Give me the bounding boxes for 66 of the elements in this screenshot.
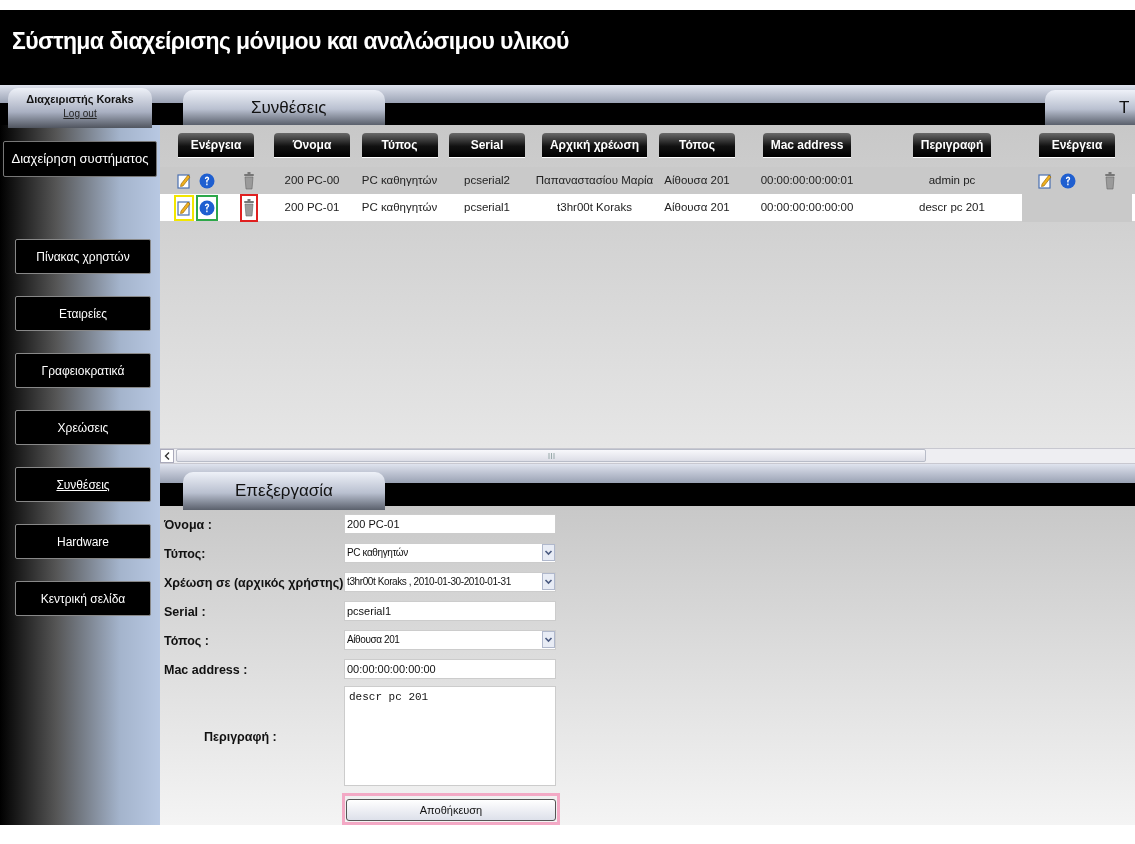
trash-icon[interactable] [243,172,255,190]
column-header[interactable]: Όνομα [274,133,350,157]
notepad-pencil-icon[interactable] [177,173,191,189]
nav-button[interactable]: Κεντρική σελίδα [15,581,151,616]
column-header[interactable]: Ενέργεια [178,133,254,157]
nav-button[interactable]: Χρεώσεις [15,410,151,445]
table-cell-text: 200 PC-00 [283,173,341,189]
help-icon[interactable] [199,200,215,216]
table-cell-text: pcserial1 [463,200,511,216]
table-row[interactable]: 200 PC-00 PC καθηγητών pcserial2 Παπαναστασίου Μαρία Αίθουσα 201 00:00:00:00:00:01 admin pc [160,167,1135,194]
table-cell-text: PC καθηγητών [360,200,439,216]
nav-button[interactable]: Εταιρείες [15,296,151,331]
help-icon[interactable] [199,173,215,189]
trash-icon[interactable] [1104,172,1116,190]
section-heading: Διαχείρηση συστήματος [3,141,157,177]
table-cell-text: 200 PC-01 [283,200,341,216]
trash-icon[interactable] [243,199,255,217]
notepad-pencil-icon[interactable] [177,200,191,216]
field-label: Serial : [164,604,206,619]
save-button[interactable]: Αποθήκευση [346,799,556,821]
column-header[interactable]: Περιγραφή [912,133,992,157]
description-textarea[interactable]: descr pc 201 [344,685,556,786]
column-header[interactable]: Τόπος [659,133,735,157]
notepad-pencil-icon[interactable] [1038,173,1052,189]
field-label: Τύπος: [164,546,206,561]
table-cell-text: PC καθηγητών [360,173,439,189]
dropdown-field[interactable]: PC καθηγητών [344,542,556,563]
tab[interactable]: Συνθέσεις [183,90,385,125]
user-name: Διαχειριστής Koraks [26,92,134,107]
chevron-down-icon[interactable] [542,631,555,649]
chevron-down-icon[interactable] [542,544,555,562]
column-header[interactable]: Τύπος [361,133,438,157]
column-header[interactable]: Mac address [762,133,852,157]
column-header[interactable]: Serial [449,133,525,157]
tab[interactable]: Επεξεργασία [183,471,385,510]
nav-button[interactable]: Πίνακας χρηστών [15,239,151,274]
column-header[interactable]: Ενέργεια [1039,133,1115,157]
table-cell-text: descr pc 201 [918,200,986,216]
table-cell-text: Παπαναστασίου Μαρία [534,173,655,189]
table-cell-text: pcserial2 [463,173,511,189]
column-header[interactable]: Αρχική χρέωση [541,133,648,157]
field-label: Περιγραφή : [204,729,277,744]
dropdown-field[interactable]: Αίθουσα 201 [344,629,556,650]
page-title: Σύστημα διαχείρισης μόνιμου και αναλώσιμου υλικού [12,27,569,56]
table-cell-text: t3hr00t Koraks [556,200,633,216]
input-field[interactable]: 200 PC-01 [344,513,556,534]
dropdown-field[interactable]: t3hr00t Koraks , 2010-01-30-2010-01-31 [344,571,556,592]
logout-link[interactable]: Log out [63,107,97,120]
table-cell-text: 00:00:00:00:00:00 [759,200,855,216]
table-cell-text: admin pc [927,173,977,189]
field-label: Τόπος : [164,633,209,648]
tab[interactable]: Τ [1045,90,1135,125]
grip-icon [547,452,555,459]
chevron-down-icon[interactable] [542,573,555,591]
nav-button[interactable]: Συνθέσεις [15,467,151,502]
input-field[interactable]: 00:00:00:00:00:00 [344,658,556,679]
table-cell-text: 00:00:00:00:00:01 [759,173,855,189]
table-cell-text: Αίθουσα 201 [663,173,731,189]
table-cell-text: Αίθουσα 201 [663,200,731,216]
field-label: Mac address : [164,662,248,677]
field-label: Όνομα : [164,517,212,532]
table-row[interactable]: 200 PC-01 PC καθηγητών pcserial1 t3hr00t Koraks Αίθουσα 201 00:00:00:00:00:00 descr pc 201 [160,194,1135,221]
nav-button[interactable]: Γραφειοκρατικά [15,353,151,388]
nav-button[interactable]: Hardware [15,524,151,559]
input-field[interactable]: pcserial1 [344,600,556,621]
help-icon[interactable] [1060,173,1076,189]
